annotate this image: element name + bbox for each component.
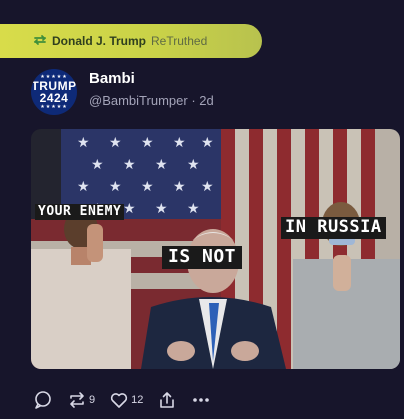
display-name[interactable]: Bambi — [89, 70, 135, 87]
more-icon — [193, 398, 210, 402]
avatar-stars-bottom: ★★★★★ — [40, 104, 68, 110]
retruth-icon — [33, 35, 47, 45]
action-bar: 9 12 — [33, 388, 225, 412]
svg-text:★: ★ — [201, 135, 214, 151]
reply-icon — [35, 391, 51, 409]
like-count: 12 — [131, 394, 144, 406]
retruth-button[interactable]: 9 — [67, 390, 95, 410]
meme-caption-center: IS NOT — [162, 246, 243, 269]
retruth-action: ReTruthed — [151, 34, 208, 48]
meme-caption-left: YOUR ENEMY — [35, 204, 125, 220]
like-button[interactable]: 12 — [109, 390, 143, 410]
reply-button[interactable] — [33, 390, 53, 410]
retruth-banner[interactable]: Donald J. Trump ReTruthed — [0, 24, 262, 58]
svg-text:★: ★ — [155, 201, 168, 217]
svg-text:★: ★ — [77, 179, 90, 195]
svg-text:★: ★ — [109, 179, 122, 195]
share-icon — [160, 392, 175, 408]
post-time[interactable]: 2d — [199, 93, 213, 108]
handle[interactable]: @BambiTrumper — [89, 93, 188, 108]
handle-line: @BambiTrumper · 2d — [89, 93, 214, 108]
svg-text:★: ★ — [187, 157, 200, 173]
svg-text:★: ★ — [201, 179, 214, 195]
avatar[interactable]: ★★★★★ TRUMP 2424 ★★★★★ — [31, 69, 77, 115]
share-button[interactable] — [157, 390, 177, 410]
svg-text:★: ★ — [155, 157, 168, 173]
post-image[interactable]: ★★★★★ ★★★★ ★★★★★ ★★★★ — [31, 129, 400, 369]
svg-text:★: ★ — [109, 135, 122, 151]
svg-text:★: ★ — [123, 157, 136, 173]
avatar-text-bottom: 2424 — [39, 91, 69, 105]
svg-text:★: ★ — [173, 179, 186, 195]
retruth-icon — [70, 392, 84, 408]
svg-text:★: ★ — [141, 179, 154, 195]
svg-text:★: ★ — [173, 135, 186, 151]
svg-text:★: ★ — [141, 135, 154, 151]
heart-icon — [111, 393, 128, 408]
retruth-count: 9 — [89, 394, 96, 406]
more-button[interactable] — [191, 390, 211, 410]
svg-text:★: ★ — [123, 201, 136, 217]
meme-caption-right: IN RUSSIA — [281, 217, 386, 239]
retruth-user[interactable]: Donald J. Trump — [52, 34, 146, 48]
svg-text:★: ★ — [77, 135, 90, 151]
svg-text:★: ★ — [91, 157, 104, 173]
svg-text:★: ★ — [187, 201, 200, 217]
